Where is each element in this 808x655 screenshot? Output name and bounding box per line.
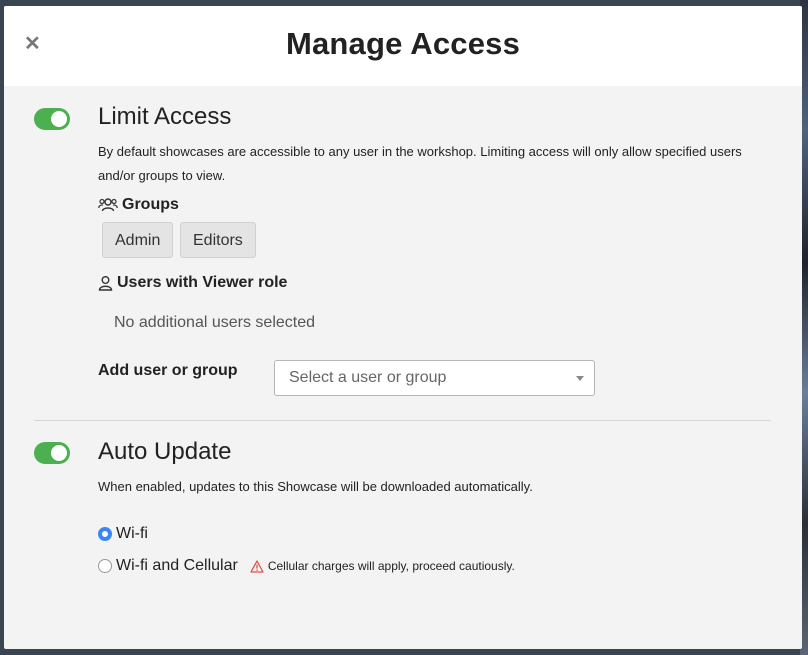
limit-access-description: By default showcases are accessible to a… xyxy=(98,144,742,183)
option-wifi-cellular[interactable]: Wi-fi and Cellular Cellular charges will… xyxy=(98,557,515,575)
auto-update-description: When enabled, updates to this Showcase w… xyxy=(98,479,533,494)
wifi-cellular-radio[interactable] xyxy=(98,559,112,573)
warning-icon xyxy=(250,559,264,573)
wifi-cellular-label: Wi-fi and Cellular xyxy=(116,557,238,574)
chevron-down-icon xyxy=(576,376,584,381)
wifi-label: Wi-fi xyxy=(116,525,148,542)
wifi-radio[interactable] xyxy=(98,527,112,541)
user-group-select[interactable]: Select a user or group xyxy=(274,360,595,396)
option-wifi[interactable]: Wi-fi xyxy=(98,525,148,543)
group-chip-editors[interactable]: Editors xyxy=(180,222,256,258)
add-user-label: Add user or group xyxy=(98,362,238,379)
users-empty-text: No additional users selected xyxy=(114,314,316,331)
cellular-warning: Cellular charges will apply, proceed cau… xyxy=(250,559,515,573)
auto-update-toggle[interactable] xyxy=(34,442,70,464)
group-chip-admin[interactable]: Admin xyxy=(102,222,174,258)
groups-icon xyxy=(98,197,118,213)
limit-access-title: Limit Access xyxy=(98,103,232,130)
user-icon xyxy=(98,275,113,291)
groups-list: Admin Editors xyxy=(102,222,302,260)
users-heading: Users with Viewer role xyxy=(98,274,287,292)
toggle-knob xyxy=(51,445,67,461)
groups-heading-label: Groups xyxy=(122,196,179,213)
users-heading-label: Users with Viewer role xyxy=(117,274,288,291)
manage-access-modal: ✕ Manage Access Limit Access By default … xyxy=(4,6,802,649)
limit-access-toggle[interactable] xyxy=(34,108,70,130)
auto-update-section: Auto Update When enabled, updates to thi… xyxy=(4,421,802,649)
select-placeholder: Select a user or group xyxy=(289,369,447,386)
modal-title: Manage Access xyxy=(285,26,521,61)
toggle-knob xyxy=(51,111,67,127)
modal-header: ✕ Manage Access xyxy=(4,6,802,86)
warning-text: Cellular charges will apply, proceed cau… xyxy=(267,559,515,573)
auto-update-title: Auto Update xyxy=(98,438,232,465)
limit-access-section: Limit Access By default showcases are ac… xyxy=(4,86,802,420)
groups-heading: Groups xyxy=(98,196,179,214)
